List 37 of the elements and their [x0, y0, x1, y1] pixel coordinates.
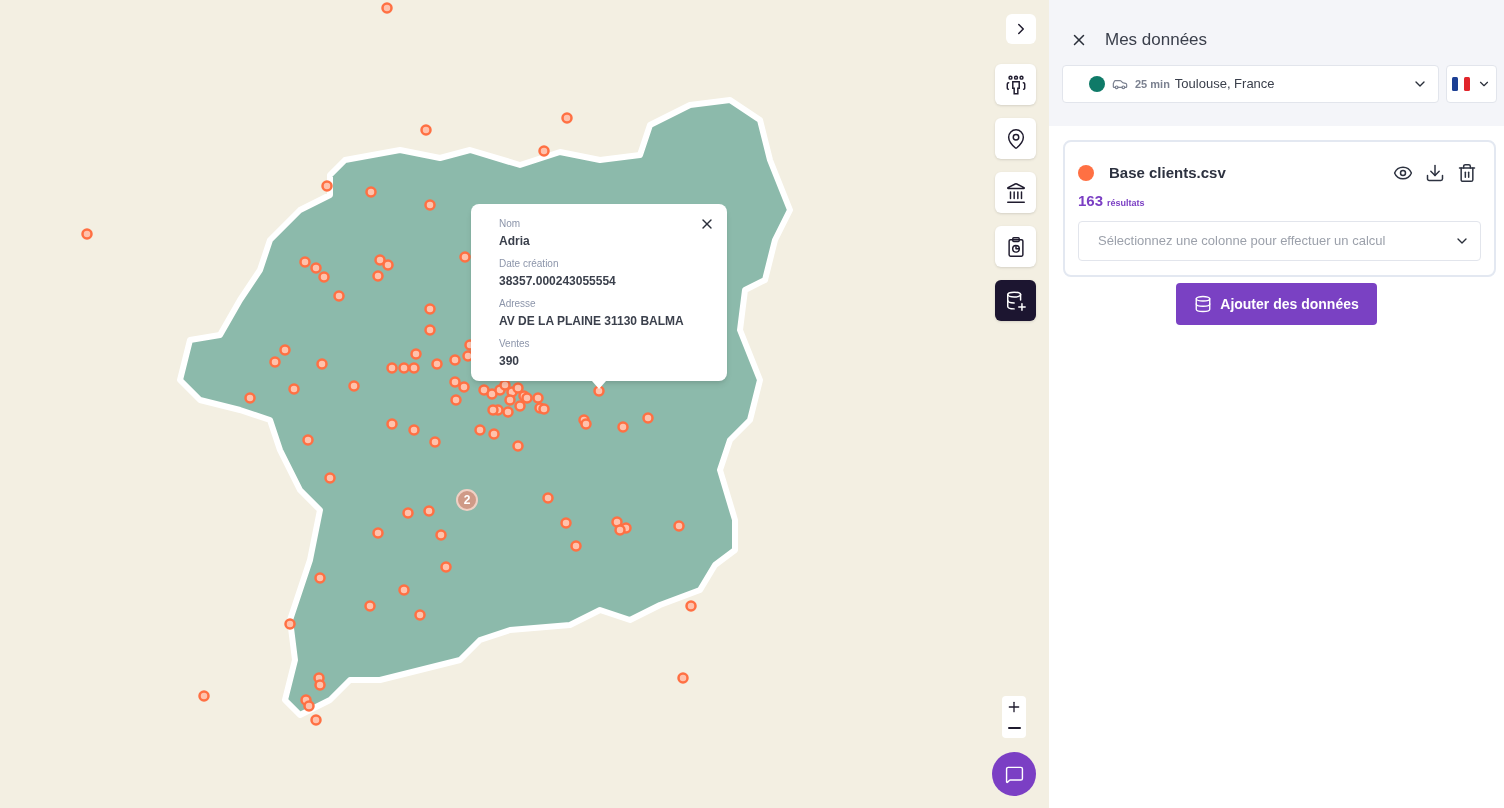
select-placeholder: Sélectionnez une colonne pour effectuer un calcul	[1098, 231, 1386, 250]
database-plus-icon	[1004, 289, 1027, 312]
field-label: Adresse	[499, 297, 536, 310]
landmark-button[interactable]	[995, 172, 1036, 213]
result-count: 163	[1078, 192, 1104, 210]
people-button[interactable]	[995, 64, 1036, 105]
database-icon	[1194, 295, 1213, 313]
field-value: AV DE LA PLAINE 31130 BALMA	[499, 313, 684, 329]
landmark-icon	[1004, 181, 1027, 204]
field-label: Date création	[499, 257, 559, 270]
field-value: 390	[499, 353, 520, 369]
isochrone-select[interactable]: 25 min Toulouse, France	[1062, 65, 1439, 103]
trash-icon	[1457, 163, 1477, 183]
eye-icon	[1393, 163, 1413, 183]
minus-icon	[1007, 726, 1021, 729]
isochrone-place: Toulouse, France	[1174, 75, 1275, 94]
people-icon	[1004, 73, 1027, 96]
add-data-button[interactable]: Ajouter des données	[1176, 283, 1377, 325]
expand-button[interactable]	[1006, 14, 1036, 44]
delete-button[interactable]	[1457, 163, 1477, 183]
field-value: 38357.000243055554	[499, 273, 616, 289]
travel-time: 25 min	[1135, 76, 1170, 92]
flag-icon	[1452, 77, 1470, 91]
database-plus-button[interactable]	[995, 280, 1036, 321]
download-button[interactable]	[1425, 163, 1445, 183]
dataset-name: Base clients.csv	[1109, 163, 1226, 183]
field-value: Adria	[499, 233, 530, 249]
language-select[interactable]	[1446, 65, 1497, 103]
view-button[interactable]	[1393, 163, 1413, 183]
field-label: Ventes	[499, 337, 530, 350]
clipboard-chart-button[interactable]	[995, 226, 1036, 267]
chat-icon	[1004, 764, 1024, 784]
panel-title: Mes données	[1105, 29, 1208, 51]
download-icon	[1425, 163, 1445, 183]
result-label: résultats	[1107, 197, 1145, 210]
map-pin-button[interactable]	[995, 118, 1036, 159]
field-label: Nom	[499, 217, 521, 230]
